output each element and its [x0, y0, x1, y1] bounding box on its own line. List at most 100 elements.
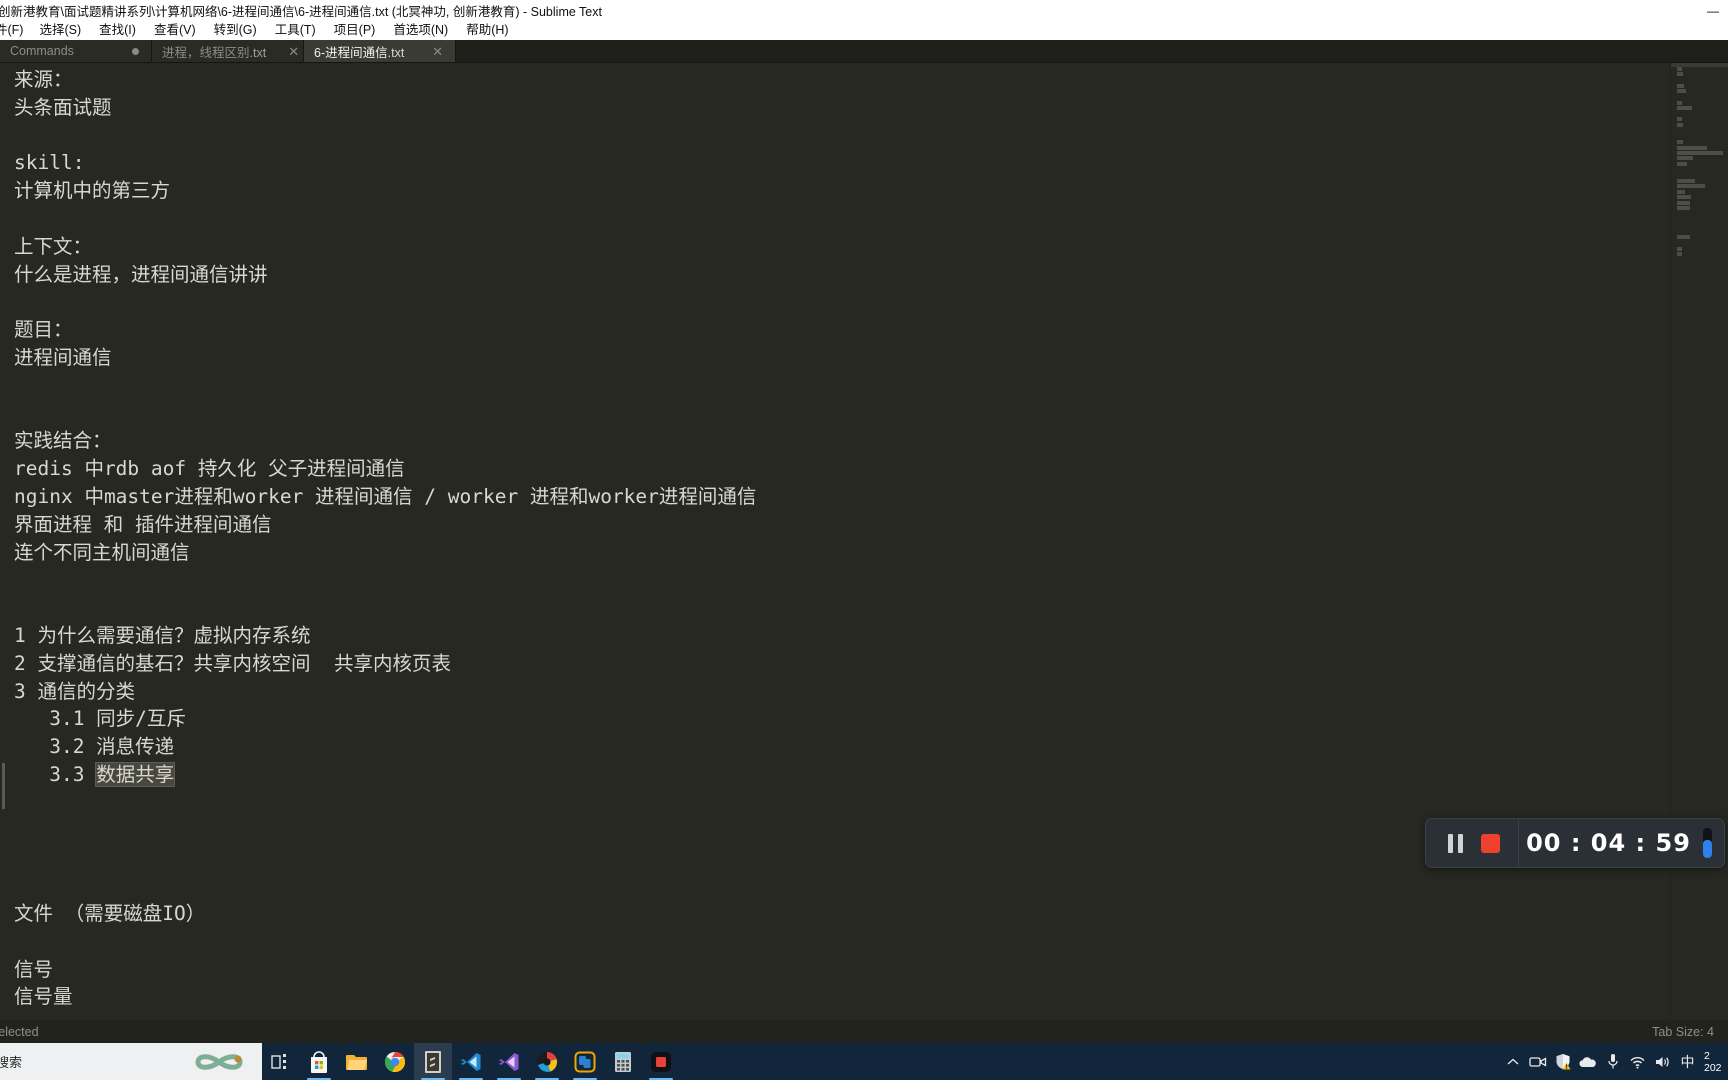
editor-line: 2 支撑通信的基石？共享内核空间 共享内核页表 [14, 651, 451, 675]
fold-gutter [0, 63, 9, 1020]
editor-line: 界面进程 和 插件进程间通信 [14, 512, 272, 536]
minimap-line [1677, 145, 1707, 150]
menu-file[interactable]: 件(F) [0, 21, 30, 40]
text-caret [174, 763, 176, 785]
copy-q-icon[interactable] [566, 1043, 604, 1080]
editor-line: 来源： [14, 68, 73, 91]
show-hidden-icons-chevron-icon[interactable] [1500, 1043, 1525, 1080]
calculator-icon[interactable] [604, 1043, 642, 1080]
minimap-line [1677, 83, 1684, 88]
microphone-tray-icon[interactable] [1600, 1043, 1625, 1080]
tab-process-thread-diff[interactable]: 进程，线程区别.txt ✕ [152, 40, 304, 62]
tab-bar-filler [456, 40, 1728, 62]
status-tab-size: Tab Size: 4 [1652, 1024, 1714, 1039]
editor-line: 3.2 消息传递 [14, 735, 175, 759]
status-selection-text: selected [0, 1024, 39, 1039]
tab-commands[interactable]: Commands [0, 40, 152, 62]
minimap-line [1677, 100, 1682, 105]
wifi-icon[interactable] [1625, 1043, 1650, 1080]
screen-record-tray-icon[interactable] [1525, 1043, 1550, 1080]
task-view-icon[interactable] [262, 1043, 300, 1080]
taskbar-search-box[interactable]: 搜索 [0, 1043, 262, 1080]
minimap-line [1677, 235, 1690, 240]
slider-track [1702, 828, 1712, 858]
file-explorer-icon[interactable] [338, 1043, 376, 1080]
volume-icon[interactable] [1650, 1043, 1675, 1080]
window-titlebar: 创新港教育\面试题精讲系列\计算机网络\6-进程间通信\6-进程间通信.txt … [0, 0, 1728, 21]
minimap-line [1677, 150, 1723, 155]
close-icon[interactable]: ✕ [266, 45, 299, 58]
vscode-insiders-icon[interactable] [490, 1043, 528, 1080]
menu-find[interactable]: 查找(I) [90, 21, 145, 40]
tab-label: 6-进程间通信.txt [314, 45, 405, 60]
system-tray: 中 2 202 [1500, 1043, 1728, 1080]
menu-project[interactable]: 项目(P) [325, 21, 385, 40]
ime-chinese-icon[interactable]: 中 [1675, 1043, 1700, 1080]
clock-time: 2 [1704, 1049, 1710, 1062]
menu-goto[interactable]: 转到(G) [205, 21, 266, 40]
minimap-line [1677, 156, 1694, 161]
google-chrome-icon[interactable] [376, 1043, 414, 1080]
window-title: 创新港教育\面试题精讲系列\计算机网络\6-进程间通信\6-进程间通信.txt … [0, 5, 602, 19]
stop-icon[interactable] [1481, 833, 1500, 853]
minimap-line [1677, 105, 1692, 110]
editor-line: 计算机中的第三方 [14, 179, 171, 203]
minimap-line [1677, 140, 1683, 145]
tab-ipc[interactable]: 6-进程间通信.txt ✕ [304, 40, 456, 62]
editor-line: 信号 [14, 957, 54, 981]
fold-marker [2, 763, 5, 809]
onedrive-cloud-icon[interactable] [1575, 1043, 1600, 1080]
editor-line: redis 中rdb aof 持久化 父子进程间通信 [14, 457, 405, 481]
editor-line: 进程间通信 [14, 345, 112, 369]
minimap-line [1677, 117, 1682, 122]
minimap-line [1677, 184, 1705, 189]
menu-tools[interactable]: 工具(T) [266, 21, 325, 40]
editor-line: 1 为什么需要通信？虚拟内存系统 [14, 623, 311, 647]
microphone-level-slider[interactable] [1692, 818, 1722, 868]
sublime-text-icon[interactable] [414, 1043, 452, 1080]
tab-bar: Commands 进程，线程区别.txt ✕ 6-进程间通信.txt ✕ [0, 40, 1728, 63]
pycharm-icon[interactable] [528, 1043, 566, 1080]
menu-view[interactable]: 查看(V) [145, 21, 205, 40]
recorder-controls [1426, 833, 1518, 853]
editor-line: 题目： [14, 318, 73, 342]
selected-text: 数据共享 [95, 761, 176, 787]
microsoft-store-icon[interactable] [300, 1043, 338, 1080]
close-icon[interactable]: ✕ [410, 45, 443, 58]
taskbar-clock[interactable]: 2 202 [1700, 1050, 1724, 1074]
window-controls: — [1698, 0, 1728, 21]
tab-label: 进程，线程区别.txt [162, 45, 267, 60]
vscode-icon[interactable] [452, 1043, 490, 1080]
security-shield-warning-icon[interactable] [1550, 1043, 1575, 1080]
editor-text[interactable]: 来源： 头条面试题 skill: 计算机中的第三方 上下文： 什么是进程，进程间通信讲… [14, 63, 1668, 1011]
screen-recorder-widget[interactable]: 00 : 04 : 59 [1425, 818, 1725, 868]
minimap[interactable] [1670, 63, 1728, 1020]
search-input[interactable]: 搜索 [0, 1052, 22, 1071]
minimap-line [1677, 161, 1688, 166]
menu-preferences[interactable]: 首选项(N) [384, 21, 457, 40]
editor-area[interactable]: 来源： 头条面试题 skill: 计算机中的第三方 上下文： 什么是进程，进程间通信讲… [0, 63, 1728, 1020]
minimize-button[interactable]: — [1698, 0, 1728, 21]
desktop-root: 创新港教育\面试题精讲系列\计算机网络\6-进程间通信\6-进程间通信.txt … [0, 0, 1728, 1080]
menu-help[interactable]: 帮助(H) [457, 21, 517, 40]
windows-taskbar: 搜索 中 2 202 [0, 1043, 1728, 1080]
editor-line: 文件 （需要磁盘IO） [14, 901, 206, 925]
editor-line: nginx 中master进程和worker 进程间通信 / worker 进程… [14, 484, 757, 508]
minimap-line [1677, 179, 1696, 184]
tab-label: Commands [10, 44, 74, 58]
screen-recorder-icon[interactable] [642, 1043, 680, 1080]
menubar: 件(F) 选择(S) 查找(I) 查看(V) 转到(G) 工具(T) 项目(P)… [0, 21, 1728, 40]
pause-icon[interactable] [1448, 833, 1463, 853]
status-bar: selected Tab Size: 4 [0, 1020, 1728, 1043]
menu-selection[interactable]: 选择(S) [30, 21, 90, 40]
